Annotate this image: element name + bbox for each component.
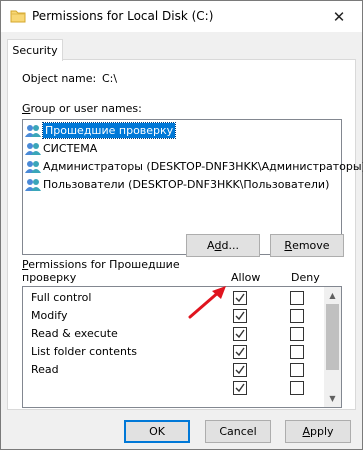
folder-icon — [10, 10, 26, 23]
user-item-label: Прошедшие проверку — [41, 122, 177, 139]
full-control-deny-checkbox[interactable] — [290, 291, 304, 305]
allow-column-header: Allow — [231, 271, 261, 284]
checkmark-icon — [235, 365, 245, 375]
close-button[interactable]: ✕ — [316, 1, 362, 32]
checkmark-icon — [235, 347, 245, 357]
permission-row-read-execute: Read & execute — [23, 325, 323, 343]
permission-name: Full control — [31, 291, 92, 304]
checkmark-icon — [235, 311, 245, 321]
add-label-rest: d... — [221, 239, 239, 252]
add-label-prefix: A — [207, 239, 215, 252]
user-item-label: Администраторы (DESKTOP-DNF3HKK\Админист… — [43, 160, 363, 173]
full-control-allow-checkbox[interactable] — [233, 291, 247, 305]
group-label-mnemonic: G — [22, 102, 31, 115]
checkmark-icon — [235, 383, 245, 393]
ok-label: OK — [149, 425, 165, 438]
list-folder-contents-deny-checkbox[interactable] — [290, 345, 304, 359]
user-item-label: СИСТЕМА — [43, 142, 98, 155]
window-title: Permissions for Local Disk (C:) — [32, 9, 214, 23]
read-deny-checkbox[interactable] — [290, 363, 304, 377]
deny-column-header: Deny — [291, 271, 320, 284]
cancel-label: Cancel — [219, 425, 257, 438]
permissions-label: Permissions for Прошедшие — [22, 258, 180, 271]
modify-deny-checkbox[interactable] — [290, 309, 304, 323]
group-names-label: Group or user names: — [22, 102, 142, 115]
read-execute-allow-checkbox[interactable] — [233, 327, 247, 341]
object-name-value: C:\ — [102, 72, 118, 85]
scroll-thumb[interactable] — [326, 304, 339, 370]
chevron-down-icon: ▼ — [329, 394, 336, 403]
scroll-down-button[interactable]: ▼ — [324, 390, 341, 407]
chevron-up-icon: ▲ — [329, 291, 336, 300]
users-group-icon — [25, 178, 41, 191]
remove-label-rest: emove — [292, 239, 330, 252]
tab-security-label: Security — [12, 44, 58, 57]
title-bar: Permissions for Local Disk (C:) ✕ — [1, 1, 362, 32]
ok-button[interactable]: OK — [124, 420, 190, 443]
permission-name: List folder contents — [31, 345, 137, 358]
partial-row-deny-checkbox[interactable] — [290, 381, 304, 395]
remove-label-mnemonic: R — [284, 239, 293, 252]
read-allow-checkbox[interactable] — [233, 363, 247, 377]
tab-security[interactable]: Security — [7, 39, 63, 61]
permissions-label-line2: проверку — [22, 271, 77, 284]
add-button[interactable]: Ad d... — [186, 234, 260, 257]
add-label-mnemonic: d — [214, 239, 222, 252]
permissions-dialog: Permissions for Local Disk (C:) ✕ Securi… — [0, 0, 363, 450]
remove-button[interactable]: Remove — [270, 234, 344, 257]
users-group-icon — [25, 124, 41, 137]
permissions-list[interactable]: Full control Modify Read & execute List … — [22, 286, 342, 408]
checkmark-icon — [235, 329, 245, 339]
permission-row-modify: Modify — [23, 307, 323, 325]
users-group-icon — [25, 142, 41, 155]
permission-row-full-control: Full control — [23, 289, 323, 307]
list-folder-contents-allow-checkbox[interactable] — [233, 345, 247, 359]
permissions-scrollbar[interactable]: ▲ ▼ — [324, 287, 341, 407]
permission-name: Modify — [31, 309, 68, 322]
object-name-label: Object name: — [22, 72, 97, 85]
group-label-rest: roup or user names: — [30, 102, 142, 115]
checkmark-icon — [235, 293, 245, 303]
user-item-system[interactable]: СИСТЕМА — [25, 140, 97, 157]
user-item-administrators[interactable]: Администраторы (DESKTOP-DNF3HKK\Админист… — [25, 158, 363, 175]
users-group-icon — [25, 160, 41, 173]
permission-name: Read & execute — [31, 327, 118, 340]
user-item-label: Пользователи (DESKTOP-DNF3HKK\Пользовате… — [43, 178, 330, 191]
user-item-users[interactable]: Пользователи (DESKTOP-DNF3HKK\Пользовате… — [25, 176, 329, 193]
partial-row-allow-checkbox[interactable] — [233, 381, 247, 395]
permissions-label-line1: ermissions for Прошедшие — [28, 258, 180, 271]
close-icon: ✕ — [332, 7, 346, 26]
apply-label-mnemonic: A — [302, 425, 310, 438]
permission-row-read: Read — [23, 361, 323, 379]
red-arrow-annotation — [188, 286, 226, 319]
apply-button[interactable]: Apply — [285, 420, 351, 443]
permission-row-list-folder-contents: List folder contents — [23, 343, 323, 361]
apply-label-rest: pply — [310, 425, 334, 438]
cancel-button[interactable]: Cancel — [205, 420, 271, 443]
read-execute-deny-checkbox[interactable] — [290, 327, 304, 341]
scroll-up-button[interactable]: ▲ — [324, 287, 341, 304]
permission-row-partial — [23, 379, 323, 397]
modify-allow-checkbox[interactable] — [233, 309, 247, 323]
security-tab-panel: Object name: C:\ Group or user names: Пр… — [7, 59, 363, 410]
permission-name: Read — [31, 363, 59, 376]
user-item-authenticated-users[interactable]: Прошедшие проверку — [25, 122, 177, 139]
